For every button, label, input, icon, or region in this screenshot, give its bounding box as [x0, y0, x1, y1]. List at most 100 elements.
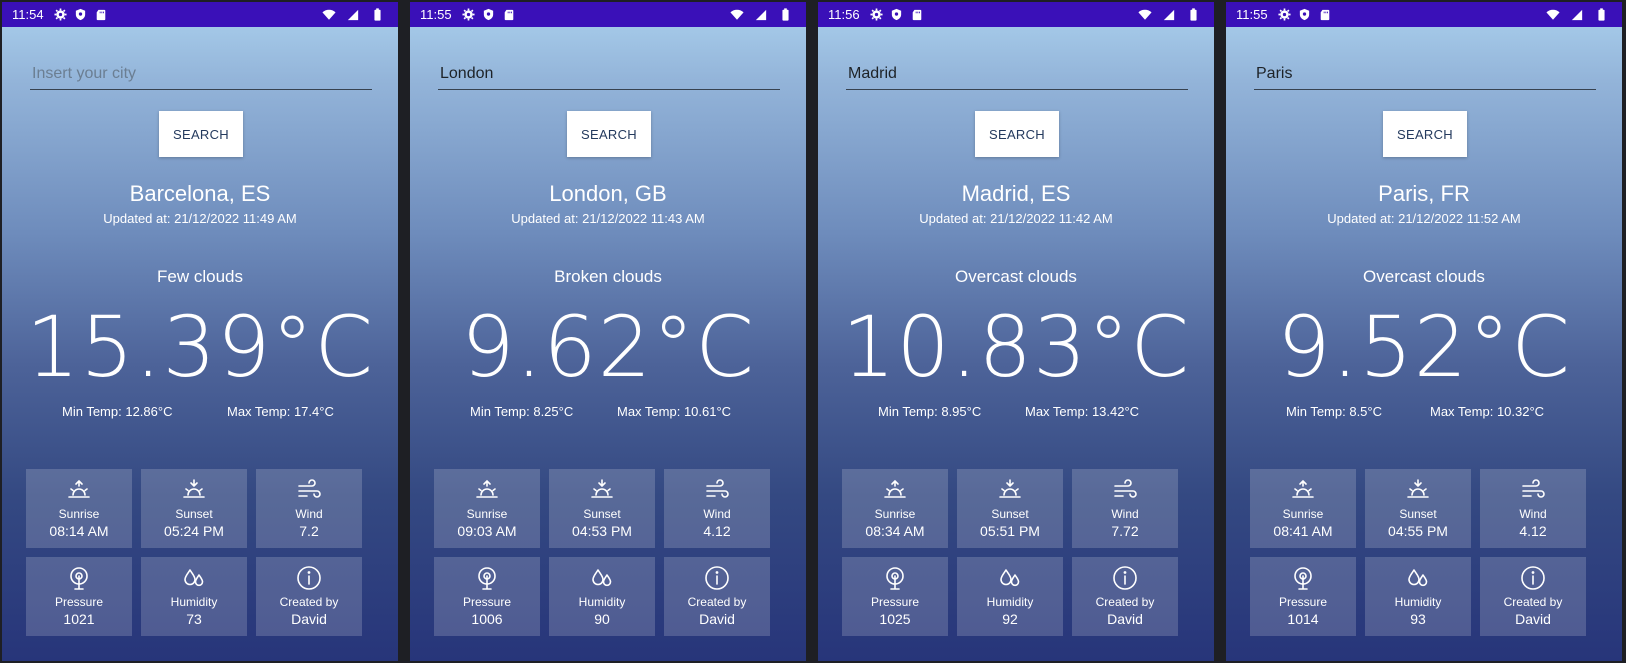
signal-icon	[754, 8, 768, 22]
tile-label: Pressure	[54, 595, 104, 609]
status-time: 11:54	[12, 7, 44, 22]
temperature-value: 10.83°C	[841, 298, 1191, 396]
status-bar: 11:55	[410, 2, 806, 27]
status-time: 11:56	[828, 7, 860, 22]
tile-label: Sunset	[175, 507, 213, 521]
status-time: 11:55	[1236, 7, 1268, 22]
search-button[interactable]: SEARCH	[975, 111, 1059, 157]
tile-label: Wind	[703, 507, 731, 521]
humidity-icon	[181, 565, 207, 591]
tile-value: 73	[186, 611, 202, 627]
pressure-icon	[474, 565, 500, 591]
settings-gear-icon	[1278, 8, 1292, 22]
max-temp: Max Temp: 10.32°C	[1430, 404, 1545, 419]
tile-pressure: Pressure 1021	[26, 557, 132, 636]
pressure-icon	[1290, 565, 1316, 591]
wifi-icon	[730, 8, 744, 22]
tile-created-by: Created by David	[256, 557, 362, 636]
temperature-value: 9.52°C	[1277, 298, 1571, 396]
weather-condition: Overcast clouds	[1363, 267, 1485, 286]
tile-pressure: Pressure 1025	[842, 557, 948, 636]
tile-value: 05:51 PM	[980, 523, 1040, 539]
tile-label: Humidity	[170, 595, 218, 609]
tile-sunset: Sunset 05:51 PM	[957, 469, 1063, 548]
info-icon	[704, 565, 730, 591]
min-temp: Min Temp: 8.5°C	[1286, 404, 1382, 419]
phone-screen: 11:55 SEARCH London, GB Updated at: 21/1…	[410, 2, 806, 661]
tile-value: 05:24 PM	[164, 523, 224, 539]
status-time: 11:55	[420, 7, 452, 22]
weather-details-grid: Sunrise 09:03 AM Sunset 04:53 PM Wind 4.…	[434, 469, 770, 636]
pressure-icon	[66, 565, 92, 591]
tile-label: Created by	[1503, 595, 1563, 609]
tile-value: 1021	[63, 611, 95, 627]
signal-icon	[346, 8, 360, 22]
sunrise-icon	[474, 477, 500, 503]
search-button[interactable]: SEARCH	[1383, 111, 1467, 157]
min-temp: Min Temp: 12.86°C	[62, 404, 173, 419]
tile-value: 7.72	[1111, 523, 1139, 539]
tile-value: 4.12	[703, 523, 731, 539]
tile-sunrise: Sunrise 09:03 AM	[434, 469, 540, 548]
tile-value: David	[1107, 611, 1143, 627]
status-bar: 11:55	[1226, 2, 1622, 27]
info-icon	[1520, 565, 1546, 591]
tile-label: Sunrise	[874, 507, 916, 521]
battery-icon	[778, 8, 792, 22]
tile-sunrise: Sunrise 08:14 AM	[26, 469, 132, 548]
wifi-icon	[1546, 8, 1560, 22]
location-title: Paris, FR	[1378, 181, 1470, 206]
tile-pressure: Pressure 1006	[434, 557, 540, 636]
sd-card-icon	[502, 8, 516, 22]
tile-humidity: Humidity 92	[957, 557, 1063, 636]
humidity-icon	[1405, 565, 1431, 591]
sunset-icon	[1405, 477, 1431, 503]
pressure-icon	[882, 565, 908, 591]
min-temp: Min Temp: 8.95°C	[878, 404, 982, 419]
phone-screen: 11:54 SEARCH Barcelona, ES Updated at: 2…	[2, 2, 398, 661]
tile-value: 92	[1002, 611, 1018, 627]
tile-value: 93	[1410, 611, 1426, 627]
wind-icon	[1112, 477, 1138, 503]
tile-value: 09:03 AM	[457, 523, 517, 539]
tile-value: 1006	[471, 611, 503, 627]
tile-label: Pressure	[462, 595, 512, 609]
settings-gear-icon	[870, 8, 884, 22]
signal-icon	[1162, 8, 1176, 22]
tile-label: Wind	[295, 507, 323, 521]
tile-value: 90	[594, 611, 610, 627]
weather-details-grid: Sunrise 08:14 AM Sunset 05:24 PM Wind 7.…	[26, 469, 362, 636]
search-button[interactable]: SEARCH	[567, 111, 651, 157]
tile-pressure: Pressure 1014	[1250, 557, 1356, 636]
weather-details-grid: Sunrise 08:41 AM Sunset 04:55 PM Wind 4.…	[1250, 469, 1586, 636]
wifi-icon	[1138, 8, 1152, 22]
tile-sunrise: Sunrise 08:34 AM	[842, 469, 948, 548]
shield-icon	[74, 8, 88, 22]
city-input[interactable]	[846, 58, 1188, 90]
tile-value: 1025	[879, 611, 911, 627]
sunrise-icon	[66, 477, 92, 503]
weather-details-grid: Sunrise 08:34 AM Sunset 05:51 PM Wind 7.…	[842, 469, 1178, 636]
tile-created-by: Created by David	[1480, 557, 1586, 636]
tile-label: Humidity	[578, 595, 626, 609]
sunset-icon	[589, 477, 615, 503]
tile-sunset: Sunset 04:53 PM	[549, 469, 655, 548]
city-input[interactable]	[438, 58, 780, 90]
phone-screen: 11:56 SEARCH Madrid, ES Updated at: 21/1…	[818, 2, 1214, 661]
updated-at-text: Updated at: 21/12/2022 11:43 AM	[511, 211, 705, 226]
settings-gear-icon	[54, 8, 68, 22]
weather-condition: Overcast clouds	[955, 267, 1077, 286]
search-button[interactable]: SEARCH	[159, 111, 243, 157]
tile-label: Wind	[1111, 507, 1139, 521]
city-input[interactable]	[30, 58, 372, 90]
tile-humidity: Humidity 73	[141, 557, 247, 636]
city-input[interactable]	[1254, 58, 1596, 90]
tile-created-by: Created by David	[664, 557, 770, 636]
max-temp: Max Temp: 13.42°C	[1025, 404, 1140, 419]
sd-card-icon	[1318, 8, 1332, 22]
wind-icon	[1520, 477, 1546, 503]
location-title: Madrid, ES	[961, 181, 1071, 206]
signal-icon	[1570, 8, 1584, 22]
tile-label: Humidity	[986, 595, 1034, 609]
shield-icon	[890, 8, 904, 22]
